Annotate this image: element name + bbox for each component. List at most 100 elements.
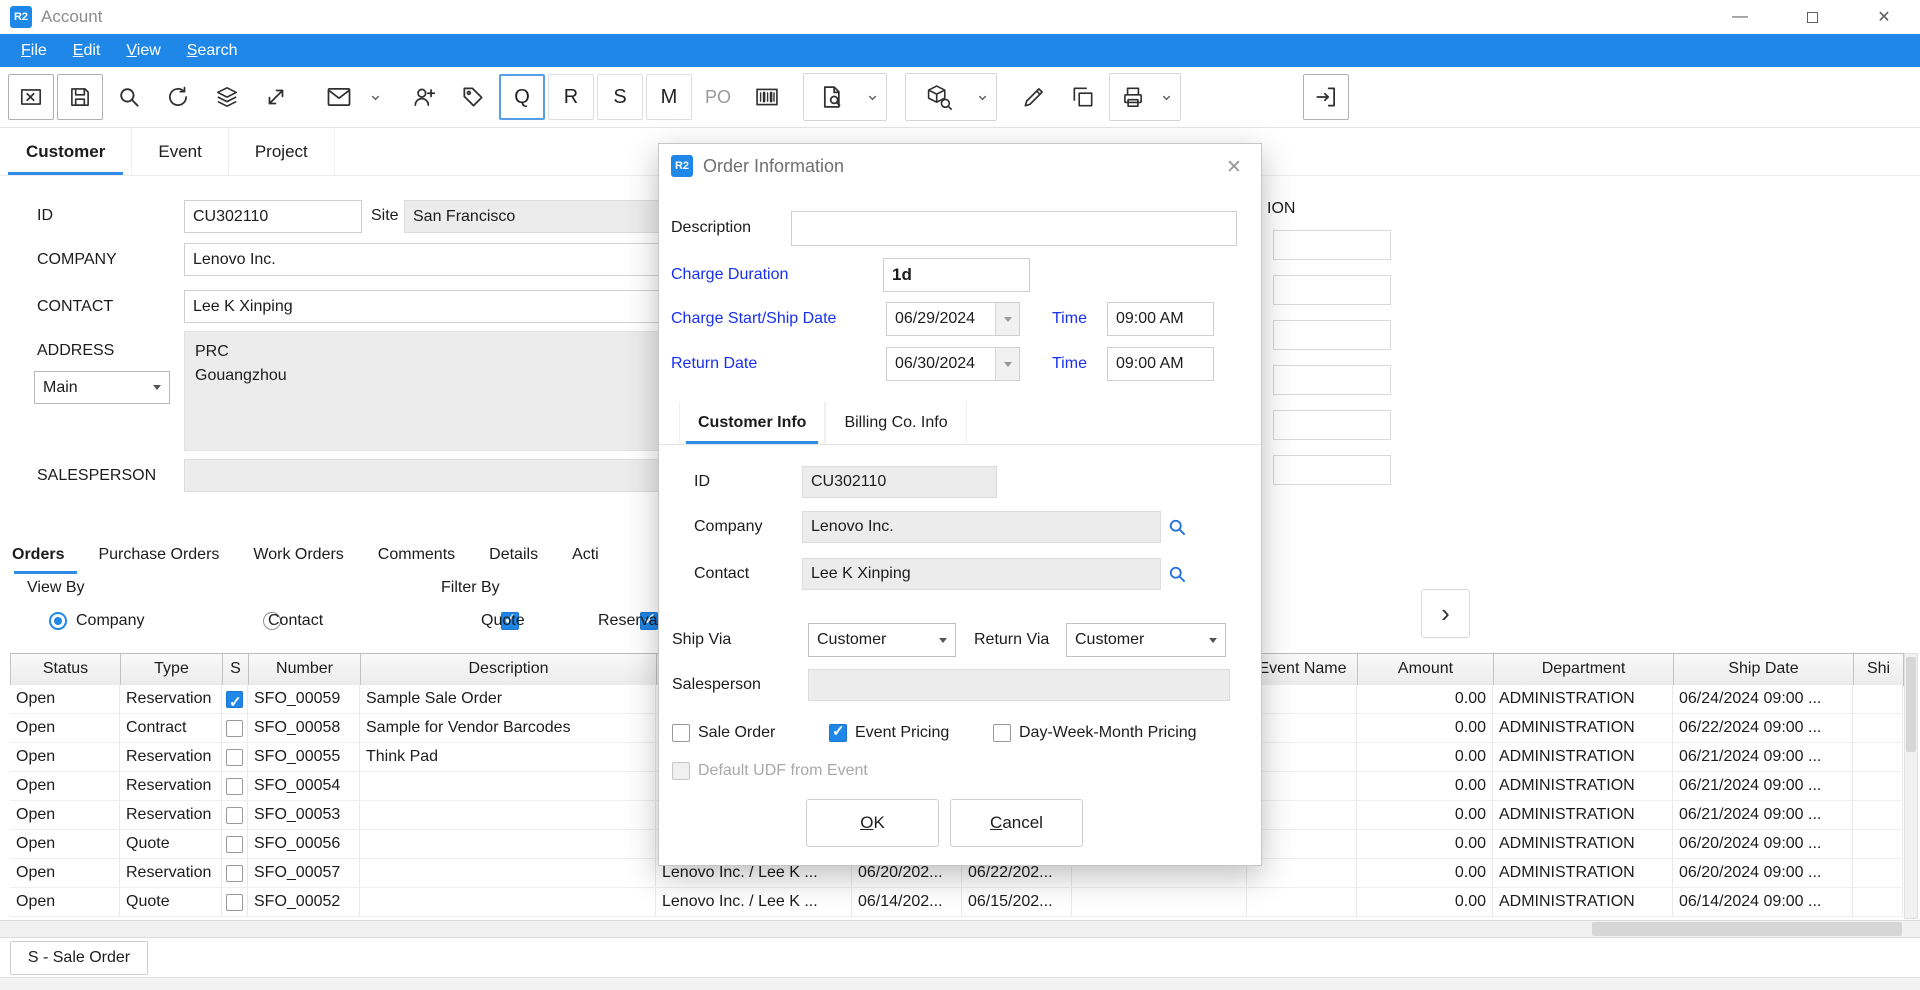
tab-customer[interactable]: Customer xyxy=(0,128,132,175)
add-contact-button[interactable] xyxy=(401,74,447,120)
maintenance-filter-button[interactable]: M xyxy=(646,74,692,120)
document-search-dropdown-button[interactable] xyxy=(862,74,882,120)
exit-button[interactable] xyxy=(1303,74,1349,120)
tab-billing-co-info[interactable]: Billing Co. Info xyxy=(825,402,966,444)
dialog-company-field[interactable]: Lenovo Inc. xyxy=(802,511,1161,543)
dialog-close-button[interactable]: ✕ xyxy=(1221,154,1247,180)
mail-button[interactable] xyxy=(316,74,362,120)
right-panel-field[interactable] xyxy=(1273,365,1391,395)
column-header[interactable]: Event Name xyxy=(1248,654,1358,685)
barcode-button[interactable] xyxy=(744,74,790,120)
site-field[interactable]: San Francisco xyxy=(404,200,674,233)
company-field[interactable]: Lenovo Inc. xyxy=(184,243,676,276)
column-header[interactable]: Number xyxy=(249,654,361,685)
dialog-id-field[interactable]: CU302110 xyxy=(802,466,997,498)
default-udf-checkbox[interactable] xyxy=(672,762,690,780)
row-select-checkbox[interactable] xyxy=(226,865,243,882)
close-record-button[interactable] xyxy=(8,74,54,120)
sale-order-checkbox[interactable] xyxy=(672,724,690,742)
charge-start-time-input[interactable]: 09:00 AM xyxy=(1107,302,1214,336)
address-type-select[interactable]: Main xyxy=(34,371,170,404)
tab-comments[interactable]: Comments xyxy=(361,533,472,577)
charge-duration-label[interactable]: Charge Duration xyxy=(671,264,788,286)
po-button[interactable]: PO xyxy=(695,74,741,120)
date-dropdown-button[interactable] xyxy=(995,303,1019,335)
tab-customer-info[interactable]: Customer Info xyxy=(679,402,825,444)
item-search-dropdown-button[interactable] xyxy=(972,74,992,120)
search-button[interactable] xyxy=(106,74,152,120)
right-panel-field[interactable] xyxy=(1273,320,1391,350)
menu-item-file[interactable]: File xyxy=(8,42,60,60)
menu-item-search[interactable]: Search xyxy=(174,42,251,60)
right-panel-field[interactable] xyxy=(1273,230,1391,260)
contact-field[interactable]: Lee K Xinping xyxy=(184,290,676,323)
column-header[interactable]: Shi xyxy=(1854,654,1904,685)
address-field[interactable]: PRC Gouangzhou xyxy=(184,331,676,451)
column-header[interactable]: S xyxy=(223,654,249,685)
minimize-button[interactable]: — xyxy=(1717,0,1763,34)
dwm-pricing-checkbox[interactable] xyxy=(993,724,1011,742)
return-date-label[interactable]: Return Date xyxy=(671,353,757,375)
reservation-filter-button[interactable]: R xyxy=(548,74,594,120)
charge-start-date-label[interactable]: Charge Start/Ship Date xyxy=(671,308,836,330)
tab-work-orders[interactable]: Work Orders xyxy=(236,533,360,577)
expand-button[interactable] xyxy=(253,74,299,120)
ship-via-select[interactable]: Customer xyxy=(808,623,956,657)
tab-activity[interactable]: Acti xyxy=(555,533,616,577)
charge-duration-input[interactable]: 1d xyxy=(883,258,1030,292)
tab-purchase-orders[interactable]: Purchase Orders xyxy=(81,533,236,577)
right-panel-field[interactable] xyxy=(1273,455,1391,485)
next-page-button[interactable]: › xyxy=(1421,589,1470,638)
sale-order-filter-button[interactable]: S xyxy=(597,74,643,120)
column-header[interactable]: Status xyxy=(11,654,121,685)
menu-item-edit[interactable]: Edit xyxy=(60,42,114,60)
item-search-button[interactable] xyxy=(906,74,972,120)
return-time-input[interactable]: 09:00 AM xyxy=(1107,347,1214,381)
contact-search-button[interactable] xyxy=(1167,564,1187,584)
print-dropdown-button[interactable] xyxy=(1156,74,1176,120)
layers-button[interactable] xyxy=(204,74,250,120)
dialog-salesperson-field[interactable] xyxy=(808,669,1230,701)
horizontal-scrollbar-thumb[interactable] xyxy=(1592,922,1902,936)
salesperson-field[interactable] xyxy=(184,459,676,492)
column-header[interactable]: Amount xyxy=(1358,654,1494,685)
menu-item-view[interactable]: View xyxy=(113,42,173,60)
right-panel-field[interactable] xyxy=(1273,275,1391,305)
maximize-button[interactable] xyxy=(1789,0,1835,34)
table-row[interactable]: OpenQuoteSFO_00052Lenovo Inc. / Lee K ..… xyxy=(10,888,1903,917)
row-select-checkbox[interactable] xyxy=(226,749,243,766)
copy-button[interactable] xyxy=(1060,74,1106,120)
event-pricing-checkbox[interactable] xyxy=(829,724,847,742)
id-field[interactable]: CU302110 xyxy=(184,200,362,233)
print-button[interactable] xyxy=(1110,74,1156,120)
return-via-select[interactable]: Customer xyxy=(1066,623,1226,657)
description-input[interactable] xyxy=(791,211,1237,246)
refresh-button[interactable] xyxy=(155,74,201,120)
column-header[interactable]: Type xyxy=(121,654,223,685)
cancel-button[interactable]: Cancel xyxy=(950,799,1083,847)
ok-button[interactable]: OK xyxy=(806,799,939,847)
column-header[interactable]: Department xyxy=(1494,654,1674,685)
row-select-checkbox[interactable] xyxy=(226,691,243,708)
dialog-contact-field[interactable]: Lee K Xinping xyxy=(802,558,1161,590)
mail-dropdown-button[interactable] xyxy=(365,74,385,120)
column-header[interactable]: Description xyxy=(361,654,657,685)
save-button[interactable] xyxy=(57,74,103,120)
view-by-company-radio[interactable] xyxy=(49,612,67,630)
edit-button[interactable] xyxy=(1011,74,1057,120)
date-dropdown-button[interactable] xyxy=(995,348,1019,380)
tab-details[interactable]: Details xyxy=(472,533,555,577)
tag-button[interactable] xyxy=(450,74,496,120)
close-button[interactable]: ✕ xyxy=(1861,0,1907,34)
row-select-checkbox[interactable] xyxy=(226,778,243,795)
column-header[interactable]: Ship Date xyxy=(1674,654,1854,685)
company-search-button[interactable] xyxy=(1167,517,1187,537)
document-search-button[interactable] xyxy=(804,74,862,120)
row-select-checkbox[interactable] xyxy=(226,836,243,853)
quote-filter-button[interactable]: Q xyxy=(499,74,545,120)
row-select-checkbox[interactable] xyxy=(226,720,243,737)
vertical-scrollbar-thumb[interactable] xyxy=(1906,657,1916,752)
right-panel-field[interactable] xyxy=(1273,410,1391,440)
return-date-input[interactable]: 06/30/2024 xyxy=(886,347,1020,381)
tab-project[interactable]: Project xyxy=(229,128,335,175)
